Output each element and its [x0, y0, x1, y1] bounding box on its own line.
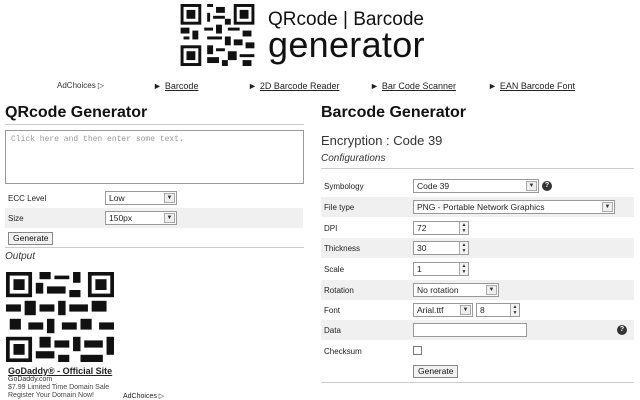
checksum-row: Checksum	[321, 341, 634, 361]
thickness-stepper[interactable]: 30 ▲ ▼	[413, 241, 469, 255]
thickness-row: Thickness 30 ▲ ▼	[321, 238, 634, 258]
rotation-value: No rotation	[417, 285, 459, 295]
help-icon[interactable]: ?	[617, 325, 627, 335]
scale-label: Scale	[324, 265, 345, 274]
dpi-label: DPI	[324, 224, 338, 233]
chevron-down-icon: ▼	[164, 213, 175, 223]
qr-divider	[5, 124, 304, 125]
font-row: Font Arial.ttf ▼ 8 ▲ ▼	[321, 300, 634, 320]
nav-link-2d-barcode-reader[interactable]: ► 2D Barcode Reader	[248, 81, 339, 91]
qr-output-image	[6, 272, 114, 362]
config-divider	[321, 168, 634, 169]
ecc-level-label: ECC Level	[8, 194, 47, 203]
nav-link-label: 2D Barcode Reader	[259, 81, 340, 91]
stepper-arrows-icon[interactable]: ▲ ▼	[459, 242, 468, 254]
font-size-stepper[interactable]: 8 ▲ ▼	[476, 303, 520, 317]
ad-title-link[interactable]: GoDaddy® - Official Site	[8, 366, 112, 376]
barcode-bottom-divider	[321, 382, 634, 383]
arrow-right-icon: ►	[370, 81, 379, 91]
stepper-arrows-icon[interactable]: ▲ ▼	[459, 222, 468, 234]
rotation-select[interactable]: No rotation ▼	[413, 283, 499, 297]
arrow-right-icon: ►	[248, 81, 257, 91]
filetype-value: PNG - Portable Network Graphics	[417, 202, 545, 212]
barcode-generate-button[interactable]: Generate	[413, 365, 459, 378]
arrow-right-icon: ►	[488, 81, 497, 91]
size-value: 150px	[109, 213, 133, 223]
dpi-stepper[interactable]: 72 ▲ ▼	[413, 221, 469, 235]
chevron-down-icon: ▼	[526, 181, 537, 191]
top-nav: AdChoices ▷ ► Barcode ► 2D Barcode Reader …	[0, 80, 640, 94]
output-label: Output	[5, 251, 36, 262]
dpi-value: 72	[417, 223, 427, 233]
nav-link-ean-barcode-font[interactable]: ► EAN Barcode Font	[488, 81, 575, 91]
font-value: Arial.ttf	[417, 305, 444, 315]
rotation-row: Rotation No rotation ▼	[321, 280, 634, 300]
checksum-checkbox[interactable]	[413, 346, 422, 355]
data-label: Data	[324, 326, 341, 335]
scale-value: 1	[417, 264, 422, 274]
stepper-arrows-icon[interactable]: ▲ ▼	[459, 263, 468, 275]
ad-url[interactable]: GoDaddy.com	[8, 376, 52, 383]
font-size-value: 8	[480, 305, 485, 315]
filetype-select[interactable]: PNG - Portable Network Graphics ▼	[413, 200, 615, 214]
symbology-row: Symbology Code 39 ▼ ?	[321, 176, 634, 196]
scale-row: Scale 1 ▲ ▼	[321, 259, 634, 279]
symbology-value: Code 39	[417, 181, 450, 191]
size-label: Size	[8, 214, 24, 223]
nav-link-label: Barcode	[164, 81, 199, 91]
symbology-label: Symbology	[324, 182, 364, 191]
configurations-label: Configurations	[321, 153, 386, 164]
qr-logo-icon	[180, 4, 255, 66]
app-title-line2: generator	[268, 24, 425, 65]
data-input[interactable]	[413, 323, 527, 337]
encryption-label: Encryption : Code 39	[321, 133, 443, 148]
nav-link-label: EAN Barcode Font	[499, 81, 575, 91]
size-row: Size 150px ▼	[5, 208, 303, 228]
chevron-down-icon: ▼	[486, 285, 497, 295]
nav-link-bar-code-scanner[interactable]: ► Bar Code Scanner	[370, 81, 456, 91]
adchoices-label[interactable]: AdChoices ▷	[57, 81, 104, 90]
data-row: Data ?	[321, 320, 634, 340]
filetype-row: File type PNG - Portable Network Graphic…	[321, 197, 634, 217]
ad-adchoices-label[interactable]: AdChoices ▷	[123, 392, 164, 400]
output-divider	[5, 247, 304, 248]
barcode-section-title: Barcode Generator	[321, 104, 466, 121]
chevron-down-icon: ▼	[164, 193, 175, 203]
thickness-value: 30	[417, 243, 427, 253]
ad-text-line2: Register Your Domain Now!	[8, 392, 94, 399]
qr-generate-button[interactable]: Generate	[8, 232, 54, 245]
stepper-arrows-icon[interactable]: ▲ ▼	[510, 304, 519, 316]
size-select[interactable]: 150px ▼	[105, 211, 177, 225]
qr-section-title: QRcode Generator	[5, 104, 148, 121]
nav-link-label: Bar Code Scanner	[381, 81, 456, 91]
ecc-level-row: ECC Level Low ▼	[5, 188, 303, 208]
app-header: QRcode | Barcode generator	[180, 4, 480, 66]
dpi-row: DPI 72 ▲ ▼	[321, 218, 634, 238]
symbology-select[interactable]: Code 39 ▼	[413, 179, 539, 193]
thickness-label: Thickness	[324, 244, 361, 253]
help-icon[interactable]: ?	[542, 181, 552, 191]
rotation-label: Rotation	[324, 286, 354, 295]
nav-link-barcode[interactable]: ► Barcode	[153, 81, 198, 91]
filetype-label: File type	[324, 203, 355, 212]
ad-text-line1: $7.99 Limited Time Domain Sale	[8, 384, 110, 391]
font-select[interactable]: Arial.ttf ▼	[413, 303, 473, 317]
font-label: Font	[324, 306, 341, 315]
ecc-level-select[interactable]: Low ▼	[105, 191, 177, 205]
qr-text-input[interactable]: Click here and then enter some text.	[5, 130, 304, 184]
chevron-down-icon: ▼	[460, 305, 471, 315]
arrow-right-icon: ►	[153, 81, 162, 91]
scale-stepper[interactable]: 1 ▲ ▼	[413, 262, 469, 276]
ecc-level-value: Low	[109, 193, 125, 203]
checksum-label: Checksum	[324, 347, 362, 356]
chevron-down-icon: ▼	[602, 202, 613, 212]
